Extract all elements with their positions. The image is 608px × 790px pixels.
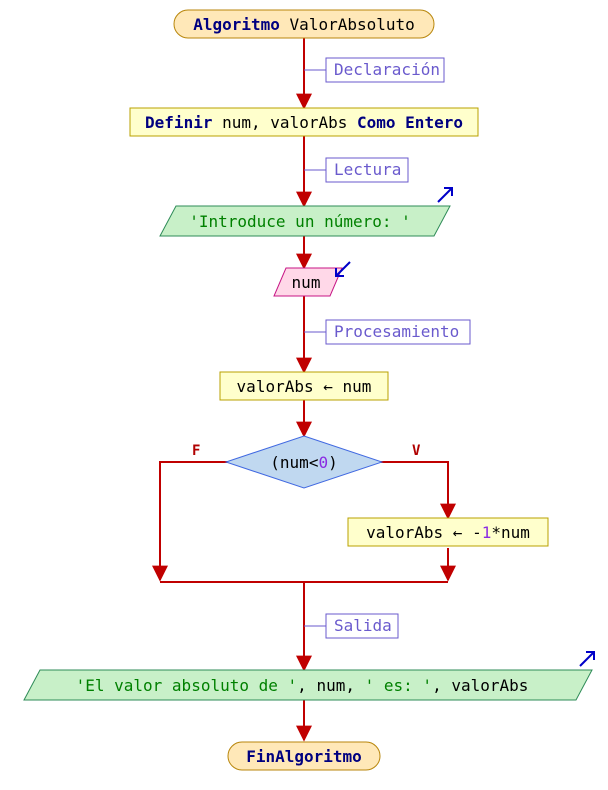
stage-label-declare: Declaración xyxy=(334,60,440,79)
node-declare-text: Definir num, valorAbs Como Entero xyxy=(145,113,463,132)
stage-label-process: Procesamiento xyxy=(334,322,459,341)
node-assign-negate: valorAbs ← -1*num xyxy=(348,518,548,546)
node-output-result: 'El valor absoluto de ', num, ' es: ', v… xyxy=(24,652,594,700)
node-output-prompt: 'Introduce un número: ' xyxy=(160,188,452,236)
node-decision-text: (num<0) xyxy=(270,453,337,472)
node-start-text: Algoritmo ValorAbsoluto xyxy=(193,15,415,34)
node-assign-valorabs: valorAbs ← num xyxy=(220,372,388,400)
stage-label-output: Salida xyxy=(334,616,392,635)
node-input-num: num xyxy=(274,262,350,296)
node-output-prompt-text: 'Introduce un número: ' xyxy=(189,212,411,231)
decision-label-false: F xyxy=(192,443,200,459)
node-start: Algoritmo ValorAbsoluto xyxy=(174,10,434,38)
stage-label-read: Lectura xyxy=(334,160,401,179)
node-output-result-text: 'El valor absoluto de ', num, ' es: ', v… xyxy=(76,676,529,695)
node-declare: Definir num, valorAbs Como Entero xyxy=(130,108,478,136)
node-assign-valorabs-text: valorAbs ← num xyxy=(237,377,372,396)
decision-label-true: V xyxy=(412,443,421,459)
node-assign-negate-text: valorAbs ← -1*num xyxy=(366,523,530,542)
node-end-text: FinAlgoritmo xyxy=(246,747,362,766)
node-input-num-text: num xyxy=(292,273,321,292)
node-end: FinAlgoritmo xyxy=(228,742,380,770)
